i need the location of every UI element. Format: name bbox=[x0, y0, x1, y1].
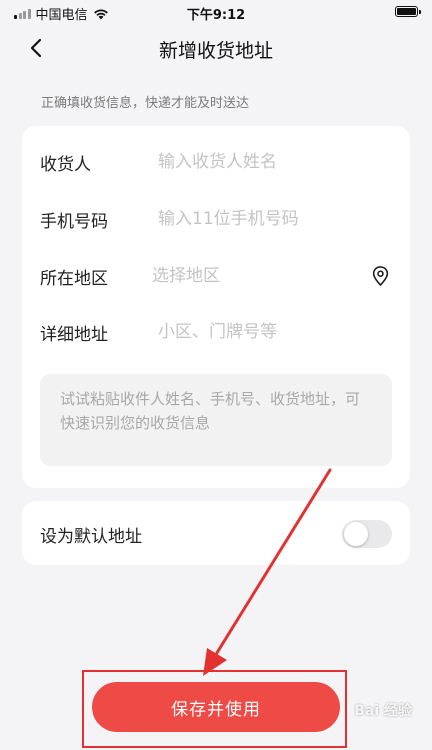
recipient-row: 收货人 bbox=[40, 142, 392, 182]
recipient-label: 收货人 bbox=[40, 154, 91, 175]
address-form-card: 收货人 手机号码 所在地区 详细地址 试试粘贴收件人姓名、手机号、收货地址，可快… bbox=[22, 126, 410, 488]
status-time: 下午9:12 bbox=[186, 8, 246, 23]
watermark-logo: Bai 经验 bbox=[354, 703, 412, 719]
battery-icon bbox=[395, 6, 421, 17]
phone-input[interactable] bbox=[158, 209, 392, 229]
recipient-input[interactable] bbox=[158, 152, 392, 172]
detail-label: 详细地址 bbox=[40, 324, 108, 345]
region-input[interactable] bbox=[152, 266, 372, 286]
status-bar: 中国电信 下午9:12 bbox=[0, 0, 432, 24]
phone-label: 手机号码 bbox=[40, 211, 108, 232]
default-address-label: 设为默认地址 bbox=[40, 527, 142, 547]
phone-row: 手机号码 bbox=[40, 199, 392, 239]
default-address-toggle[interactable] bbox=[342, 520, 392, 548]
detail-input[interactable] bbox=[158, 322, 392, 342]
nav-bar: 新增收货地址 bbox=[0, 24, 432, 72]
region-label: 所在地区 bbox=[40, 268, 108, 289]
toggle-knob bbox=[344, 522, 368, 546]
form-hint: 正确填收货信息，快递才能及时送达 bbox=[41, 96, 250, 111]
region-row[interactable]: 所在地区 bbox=[40, 256, 392, 296]
location-pin-icon[interactable] bbox=[371, 265, 390, 287]
page-title: 新增收货地址 bbox=[158, 40, 273, 62]
paste-recognition-box[interactable]: 试试粘贴收件人姓名、手机号、收货地址，可快速识别您的收货信息 bbox=[40, 374, 392, 466]
detail-row: 详细地址 bbox=[40, 312, 392, 352]
default-address-card: 设为默认地址 bbox=[22, 501, 410, 565]
save-and-use-button[interactable]: 保存并使用 bbox=[92, 682, 340, 732]
